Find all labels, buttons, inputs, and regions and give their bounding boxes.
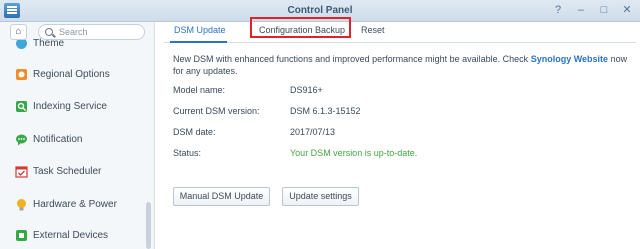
close-icon[interactable]: ✕	[620, 4, 634, 17]
sidebar-item-notification[interactable]: Notification	[0, 129, 150, 149]
status-value: Your DSM version is up-to-date.	[290, 148, 418, 158]
model-name-value: DS916+	[290, 85, 323, 95]
update-settings-button[interactable]: Update settings	[282, 187, 359, 206]
manual-dsm-update-button[interactable]: Manual DSM Update	[173, 187, 270, 206]
indexing-service-icon	[16, 100, 27, 112]
home-icon[interactable]: ⌂	[10, 24, 27, 40]
hardware-power-icon	[17, 198, 26, 210]
sidebar-item-label: Task Scheduler	[33, 165, 102, 177]
regional-options-icon	[16, 68, 27, 80]
active-tab-indicator	[170, 41, 227, 43]
sidebar-scrollbar[interactable]	[146, 202, 151, 249]
dsm-version-value: DSM 6.1.3-15152	[290, 106, 361, 116]
task-scheduler-icon	[15, 165, 28, 178]
description-text: New DSM with enhanced functions and impr…	[173, 54, 529, 64]
info-label: Current DSM version:	[173, 106, 260, 116]
tab-dsm-update[interactable]: DSM Update	[174, 25, 226, 35]
sidebar-item-indexing-service[interactable]: Indexing Service	[0, 96, 150, 116]
info-label: DSM date:	[173, 127, 216, 137]
help-icon[interactable]: ?	[551, 4, 565, 17]
minimize-icon[interactable]: –	[574, 4, 588, 17]
sidebar: ⌂ Theme Regional Options Indexing Servic…	[0, 22, 155, 249]
sidebar-item-label: Hardware & Power	[33, 198, 117, 210]
synology-website-link[interactable]: Synology Website	[531, 54, 608, 64]
maximize-icon[interactable]: □	[597, 4, 611, 17]
info-label: Status:	[173, 148, 202, 158]
search-box[interactable]	[38, 24, 145, 40]
highlight-box	[250, 17, 351, 38]
tab-reset[interactable]: Reset	[361, 25, 385, 35]
sidebar-item-label: Regional Options	[33, 68, 110, 80]
search-icon	[45, 28, 53, 36]
sidebar-item-regional-options[interactable]: Regional Options	[0, 64, 150, 84]
window-title: Control Panel	[287, 5, 353, 16]
sidebar-item-label: Indexing Service	[33, 100, 107, 112]
sidebar-item-task-scheduler[interactable]: Task Scheduler	[0, 161, 150, 181]
sidebar-item-label: External Devices	[33, 229, 109, 241]
info-label: Model name:	[173, 85, 226, 95]
update-description: New DSM with enhanced functions and impr…	[173, 53, 633, 77]
sidebar-item-hardware-power[interactable]: Hardware & Power	[0, 194, 150, 214]
main-panel: DSM Update Configuration Backup Reset Ne…	[156, 17, 640, 249]
notification-icon	[16, 134, 27, 145]
window-controls: ? – □ ✕	[551, 4, 634, 17]
tab-bar: DSM Update Configuration Backup Reset	[164, 17, 636, 43]
sidebar-toolbar: ⌂	[0, 22, 154, 42]
sidebar-item-label: Notification	[33, 133, 83, 145]
search-input[interactable]	[59, 26, 141, 38]
sidebar-item-external-devices[interactable]: External Devices	[0, 225, 150, 245]
external-devices-icon	[16, 229, 27, 241]
dsm-date-value: 2017/07/13	[290, 127, 336, 137]
